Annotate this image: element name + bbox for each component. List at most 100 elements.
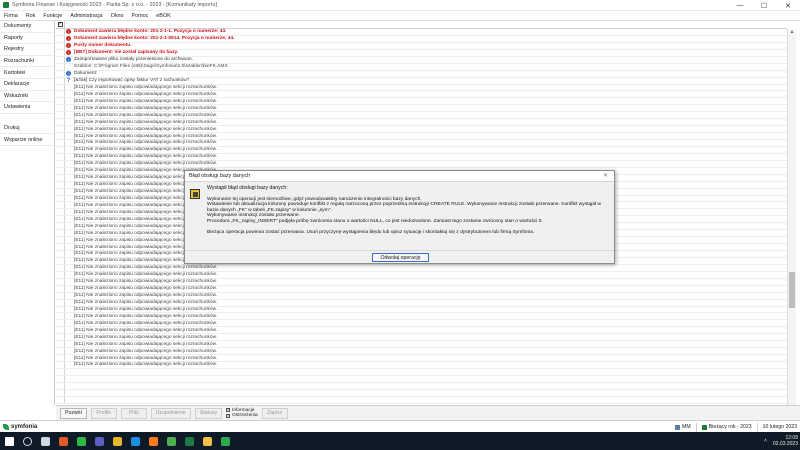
row-checkbox-cell[interactable] bbox=[56, 223, 65, 230]
row-checkbox-cell[interactable] bbox=[56, 368, 65, 375]
menu-ebok[interactable]: eBOK bbox=[152, 13, 174, 19]
row-checkbox-cell[interactable] bbox=[56, 285, 65, 292]
list-item[interactable]: [E11] Nie znaleziono zapisu odpowiadając… bbox=[56, 133, 787, 140]
list-item[interactable] bbox=[56, 396, 787, 404]
list-item[interactable]: i Dokument: bbox=[56, 70, 787, 78]
select-all-checkbox[interactable]: ✓ bbox=[57, 22, 63, 27]
row-checkbox-cell[interactable] bbox=[56, 119, 65, 126]
row-checkbox-cell[interactable] bbox=[56, 174, 65, 181]
windows-icon[interactable] bbox=[0, 432, 18, 450]
row-checkbox-cell[interactable] bbox=[56, 271, 65, 278]
row-checkbox-cell[interactable] bbox=[56, 237, 65, 244]
list-item[interactable]: [E11] Nie znaleziono zapisu odpowiadając… bbox=[56, 320, 787, 328]
row-checkbox-cell[interactable] bbox=[56, 257, 65, 264]
chrome-icon[interactable] bbox=[108, 432, 126, 450]
row-checkbox-cell[interactable] bbox=[56, 244, 65, 250]
list-item[interactable]: [E11] Nie znaleziono zapisu odpowiadając… bbox=[56, 146, 787, 154]
row-checkbox-cell[interactable] bbox=[56, 362, 65, 368]
teams-icon[interactable] bbox=[90, 432, 108, 450]
row-checkbox-cell[interactable] bbox=[56, 396, 65, 403]
tray-arrow-icon[interactable]: ˄ bbox=[764, 438, 767, 444]
row-checkbox-cell[interactable] bbox=[56, 56, 65, 63]
clock[interactable]: 12:08 02.03.2023 bbox=[773, 435, 798, 447]
list-item[interactable]: [E11] Nie znaleziono zapisu odpowiadając… bbox=[56, 160, 787, 168]
row-checkbox-cell[interactable] bbox=[56, 264, 65, 271]
sidebar-item-deklaracje[interactable]: Deklaracje bbox=[0, 79, 54, 91]
row-checkbox-cell[interactable] bbox=[56, 91, 65, 98]
list-item[interactable]: ! Pusty numer dokumentu. bbox=[56, 42, 787, 50]
row-checkbox-cell[interactable] bbox=[56, 105, 65, 112]
whatsapp-icon[interactable] bbox=[72, 432, 90, 450]
list-item[interactable]: [E11] Nie znaleziono zapisu odpowiadając… bbox=[56, 119, 787, 127]
list-item[interactable]: [E11] Nie znaleziono zapisu odpowiadając… bbox=[56, 140, 787, 147]
sidebar-item-ustawienia[interactable]: Ustawienia bbox=[0, 102, 54, 114]
row-checkbox-cell[interactable] bbox=[56, 313, 65, 320]
sidebar-item-wsparcie[interactable]: Wsparcie online bbox=[0, 134, 54, 146]
list-item[interactable]: [E11] Nie znaleziono zapisu odpowiadając… bbox=[56, 355, 787, 362]
app-icon[interactable] bbox=[162, 432, 180, 450]
row-checkbox-cell[interactable] bbox=[56, 202, 65, 209]
sidebar-item-wskazniki[interactable]: Wskaźniki bbox=[0, 91, 54, 103]
row-checkbox-cell[interactable] bbox=[56, 334, 65, 341]
row-checkbox-cell[interactable] bbox=[56, 77, 65, 84]
list-item[interactable]: [E11] Nie znaleziono zapisu odpowiadając… bbox=[56, 313, 787, 321]
row-checkbox-cell[interactable] bbox=[56, 42, 65, 49]
list-item[interactable]: [E11] Nie znaleziono zapisu odpowiadając… bbox=[56, 306, 787, 314]
list-item[interactable] bbox=[56, 382, 787, 390]
list-item[interactable]: Szablon: C:\Program Files (x86)\Sage\Sym… bbox=[56, 63, 787, 71]
row-checkbox-cell[interactable] bbox=[56, 389, 65, 396]
row-checkbox-cell[interactable] bbox=[56, 146, 65, 153]
uzupelnienie-button[interactable]: Uzupełnienie bbox=[150, 407, 191, 419]
row-checkbox-cell[interactable] bbox=[56, 70, 65, 77]
list-item[interactable]: ? [&Tak] Czy importować opisy faktur VAT … bbox=[56, 78, 787, 85]
row-checkbox-cell[interactable] bbox=[56, 167, 65, 174]
browser-icon[interactable] bbox=[126, 432, 144, 450]
profile-button[interactable]: Profile bbox=[90, 407, 117, 419]
pozwol-button[interactable]: Pozwól bbox=[60, 407, 87, 419]
row-checkbox-cell[interactable] bbox=[56, 382, 65, 389]
sidebar-item-kartoteki[interactable]: Kartoteki bbox=[0, 67, 54, 79]
list-item[interactable]: [E11] Nie znaleziono zapisu odpowiadając… bbox=[56, 84, 787, 92]
excel-icon[interactable] bbox=[180, 432, 198, 450]
list-item[interactable]: [E11] Nie znaleziono zapisu odpowiadając… bbox=[56, 285, 787, 293]
row-checkbox-cell[interactable] bbox=[56, 84, 65, 91]
ostrzezenia-checkbox[interactable]: ✓ Ostrzeżenia bbox=[226, 413, 258, 419]
list-item[interactable] bbox=[56, 389, 787, 397]
row-checkbox-cell[interactable] bbox=[56, 181, 65, 188]
scroll-up-icon[interactable]: ▲ bbox=[788, 29, 796, 37]
list-item[interactable]: [E11] Nie znaleziono zapisu odpowiadając… bbox=[56, 91, 787, 99]
row-checkbox-cell[interactable] bbox=[56, 216, 65, 223]
list-item[interactable]: [E11] Nie znaleziono zapisu odpowiadając… bbox=[56, 341, 787, 349]
list-item[interactable]: [E11] Nie znaleziono zapisu odpowiadając… bbox=[56, 348, 787, 356]
list-item[interactable]: [E11] Nie znaleziono zapisu odpowiadając… bbox=[56, 126, 787, 134]
list-item[interactable] bbox=[56, 368, 787, 376]
row-checkbox-cell[interactable] bbox=[56, 320, 65, 327]
firefox-icon[interactable] bbox=[144, 432, 162, 450]
list-item[interactable]: ! [BB7] Dokument: nie został zapisany do … bbox=[56, 49, 787, 57]
list-item[interactable]: [E11] Nie znaleziono zapisu odpowiadając… bbox=[56, 98, 787, 106]
sidebar-item-rejestry[interactable]: Rejestry bbox=[0, 44, 54, 56]
explorer-icon[interactable] bbox=[198, 432, 216, 450]
minimize-button[interactable]: — bbox=[728, 0, 752, 11]
row-checkbox-cell[interactable] bbox=[56, 160, 65, 167]
row-checkbox-cell[interactable] bbox=[56, 29, 65, 35]
sidebar-item-rozrachunki[interactable]: Rozrachunki bbox=[0, 56, 54, 68]
list-item[interactable]: [E11] Nie znaleziono zapisu odpowiadając… bbox=[56, 153, 787, 161]
menu-pomoc[interactable]: Pomoc bbox=[128, 13, 153, 19]
dialog-close-icon[interactable]: ✕ bbox=[603, 172, 608, 179]
row-checkbox-cell[interactable] bbox=[56, 292, 65, 299]
list-item[interactable]: ! Dokument zawiera błędne konto: 201-2-1-… bbox=[56, 35, 787, 43]
row-checkbox-cell[interactable] bbox=[56, 341, 65, 348]
sidebar-item-dokumenty[interactable]: Dokumenty bbox=[0, 21, 54, 33]
list-item[interactable]: ! Dokument zawiera błędne konto: 201-2-1-… bbox=[56, 29, 787, 36]
pliki-button[interactable]: Pliki bbox=[120, 407, 147, 419]
row-checkbox-cell[interactable] bbox=[56, 195, 65, 202]
row-checkbox-cell[interactable] bbox=[56, 188, 65, 195]
row-checkbox-cell[interactable] bbox=[56, 306, 65, 313]
symfonia-icon[interactable] bbox=[216, 432, 234, 450]
row-checkbox-cell[interactable] bbox=[56, 133, 65, 139]
statusy-button[interactable]: Statusy bbox=[194, 407, 223, 419]
status-year[interactable]: Bieżący rok - 2023 bbox=[709, 424, 752, 430]
maximize-button[interactable]: ☐ bbox=[752, 0, 776, 11]
list-item[interactable]: [E11] Nie znaleziono zapisu odpowiadając… bbox=[56, 292, 787, 300]
